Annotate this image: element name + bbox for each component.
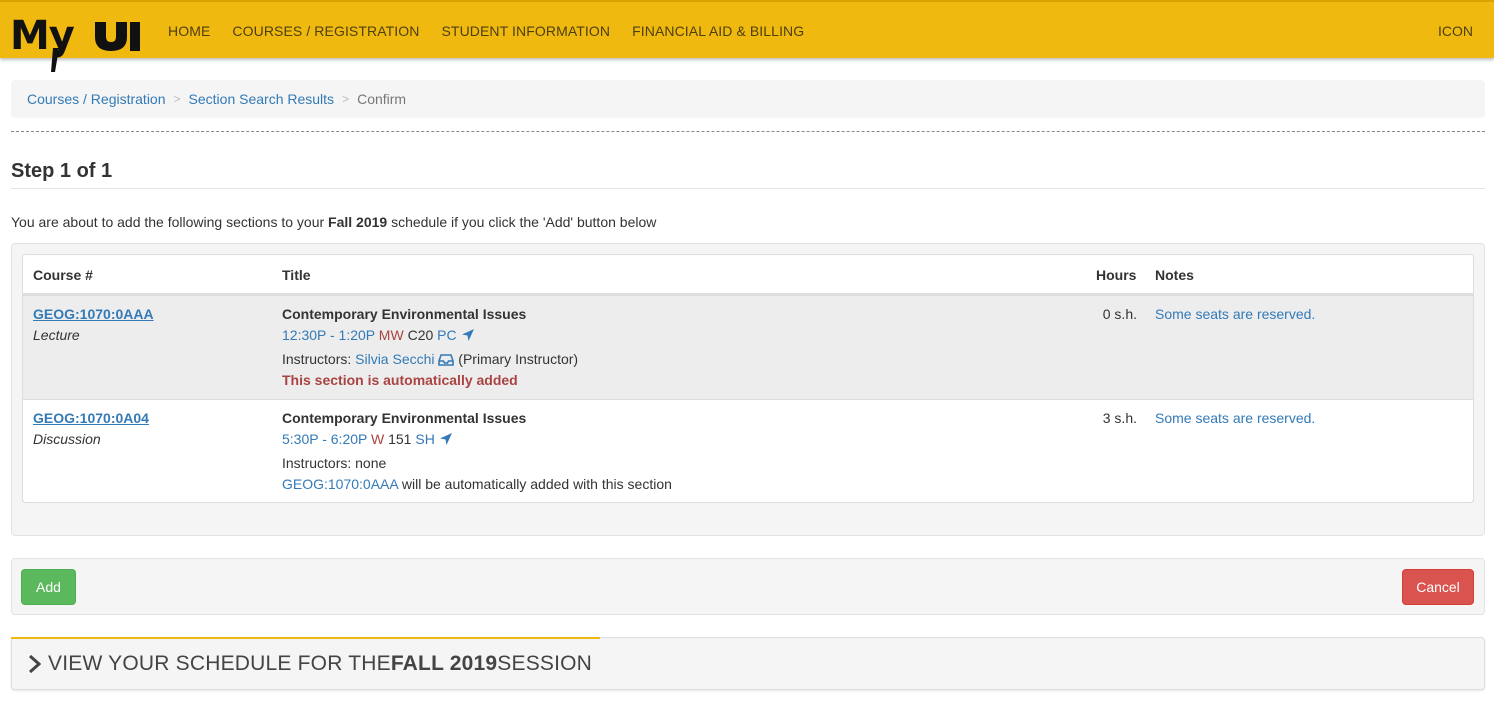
- course-title: Contemporary Environmental Issues: [282, 410, 527, 426]
- header-hours: Hours: [1096, 267, 1137, 283]
- panel-accent-bar: [11, 637, 600, 639]
- breadcrumb-current: Confirm: [357, 91, 407, 107]
- schedule-panel-heading[interactable]: VIEW YOUR SCHEDULE FOR THE FALL 2019 SES…: [28, 652, 592, 676]
- header-title: Title: [282, 267, 311, 283]
- main-nav: HOME COURSES / REGISTRATION STUDENT INFO…: [157, 2, 815, 60]
- meeting-building[interactable]: PC: [437, 327, 456, 343]
- step-divider: [11, 188, 1485, 189]
- table-row: GEOG:1070:0AAA Lecture Contemporary Envi…: [23, 295, 1473, 399]
- top-navbar: My HOME COURSES / REGISTRATION STUDENT I…: [0, 0, 1494, 72]
- instructor-link[interactable]: Silvia Secchi: [355, 351, 434, 367]
- linked-course-link[interactable]: GEOG:1070:0AAA: [282, 476, 398, 492]
- schedule-panel[interactable]: VIEW YOUR SCHEDULE FOR THE FALL 2019 SES…: [11, 637, 1485, 690]
- course-type: Discussion: [33, 431, 101, 447]
- intro-text: You are about to add the following secti…: [11, 214, 657, 230]
- sections-well: Course # Title Hours Notes GEOG:1070:0AA…: [11, 243, 1485, 536]
- breadcrumb-separator: >: [173, 92, 181, 106]
- breadcrumb-separator: >: [342, 92, 350, 106]
- schedule-term: FALL 2019: [390, 652, 498, 675]
- course-type: Lecture: [33, 327, 80, 343]
- credit-hours: 0 s.h.: [1102, 306, 1137, 322]
- location-arrow-icon[interactable]: [461, 328, 475, 342]
- nav-student-information[interactable]: STUDENT INFORMATION: [430, 23, 621, 39]
- meeting-room: 151: [388, 431, 412, 447]
- instructor-role: (Primary Instructor): [458, 351, 579, 367]
- meeting-info: 12:30P - 1:20P MW C20 PC: [282, 325, 1062, 346]
- intro-term: Fall 2019: [328, 214, 388, 230]
- dashed-divider: [11, 131, 1485, 132]
- meeting-days: W: [371, 431, 385, 447]
- meeting-room: C20: [407, 327, 434, 343]
- meeting-building[interactable]: SH: [415, 431, 434, 447]
- credit-hours: 3 s.h.: [1102, 410, 1137, 426]
- meeting-time[interactable]: 5:30P - 6:20P: [282, 431, 367, 447]
- meeting-info: 5:30P - 6:20P W 151 SH: [282, 429, 1062, 450]
- course-title: Contemporary Environmental Issues: [282, 306, 527, 322]
- svg-text:My: My: [10, 13, 75, 59]
- nav-courses-registration[interactable]: COURSES / REGISTRATION: [221, 23, 430, 39]
- linked-section-note: GEOG:1070:0AAA will be automatically add…: [282, 476, 672, 492]
- instructors-line: Instructors: Silvia Secchi (Primary Inst…: [282, 349, 1062, 370]
- breadcrumb: Courses / Registration > Section Search …: [11, 80, 1485, 118]
- table-header: Course # Title Hours Notes: [23, 255, 1473, 295]
- meeting-time[interactable]: 12:30P - 1:20P: [282, 327, 375, 343]
- course-number-link[interactable]: GEOG:1070:0A04: [33, 410, 149, 426]
- notes-link[interactable]: Some seats are reserved.: [1155, 306, 1315, 322]
- course-number-link[interactable]: GEOG:1070:0AAA: [33, 306, 154, 322]
- notes-link[interactable]: Some seats are reserved.: [1155, 410, 1315, 426]
- table-row: GEOG:1070:0A04 Discussion Contemporary E…: [23, 399, 1473, 502]
- header-course: Course #: [33, 267, 93, 283]
- header-notes: Notes: [1155, 267, 1194, 283]
- meeting-days: MW: [378, 327, 404, 343]
- inbox-icon[interactable]: [438, 354, 455, 366]
- step-title: Step 1 of 1: [11, 160, 113, 182]
- nav-home[interactable]: HOME: [157, 23, 221, 39]
- chevron-right-icon: [29, 655, 41, 673]
- auto-added-note: This section is automatically added: [282, 372, 518, 388]
- action-bar: Add Cancel: [11, 558, 1485, 615]
- location-arrow-icon[interactable]: [439, 432, 453, 446]
- breadcrumb-courses-registration[interactable]: Courses / Registration: [27, 91, 166, 107]
- add-button[interactable]: Add: [21, 569, 76, 605]
- sections-table: Course # Title Hours Notes GEOG:1070:0AA…: [22, 254, 1474, 503]
- instructors-line: Instructors: none: [282, 455, 387, 471]
- breadcrumb-section-search-results[interactable]: Section Search Results: [189, 91, 335, 107]
- nav-financial-aid-billing[interactable]: FINANCIAL AID & BILLING: [621, 23, 815, 39]
- myui-logo[interactable]: My: [9, 8, 144, 74]
- instructors-label: Instructors:: [282, 351, 352, 367]
- nav-icon-menu[interactable]: ICON: [1438, 2, 1473, 60]
- cancel-button[interactable]: Cancel: [1402, 569, 1474, 605]
